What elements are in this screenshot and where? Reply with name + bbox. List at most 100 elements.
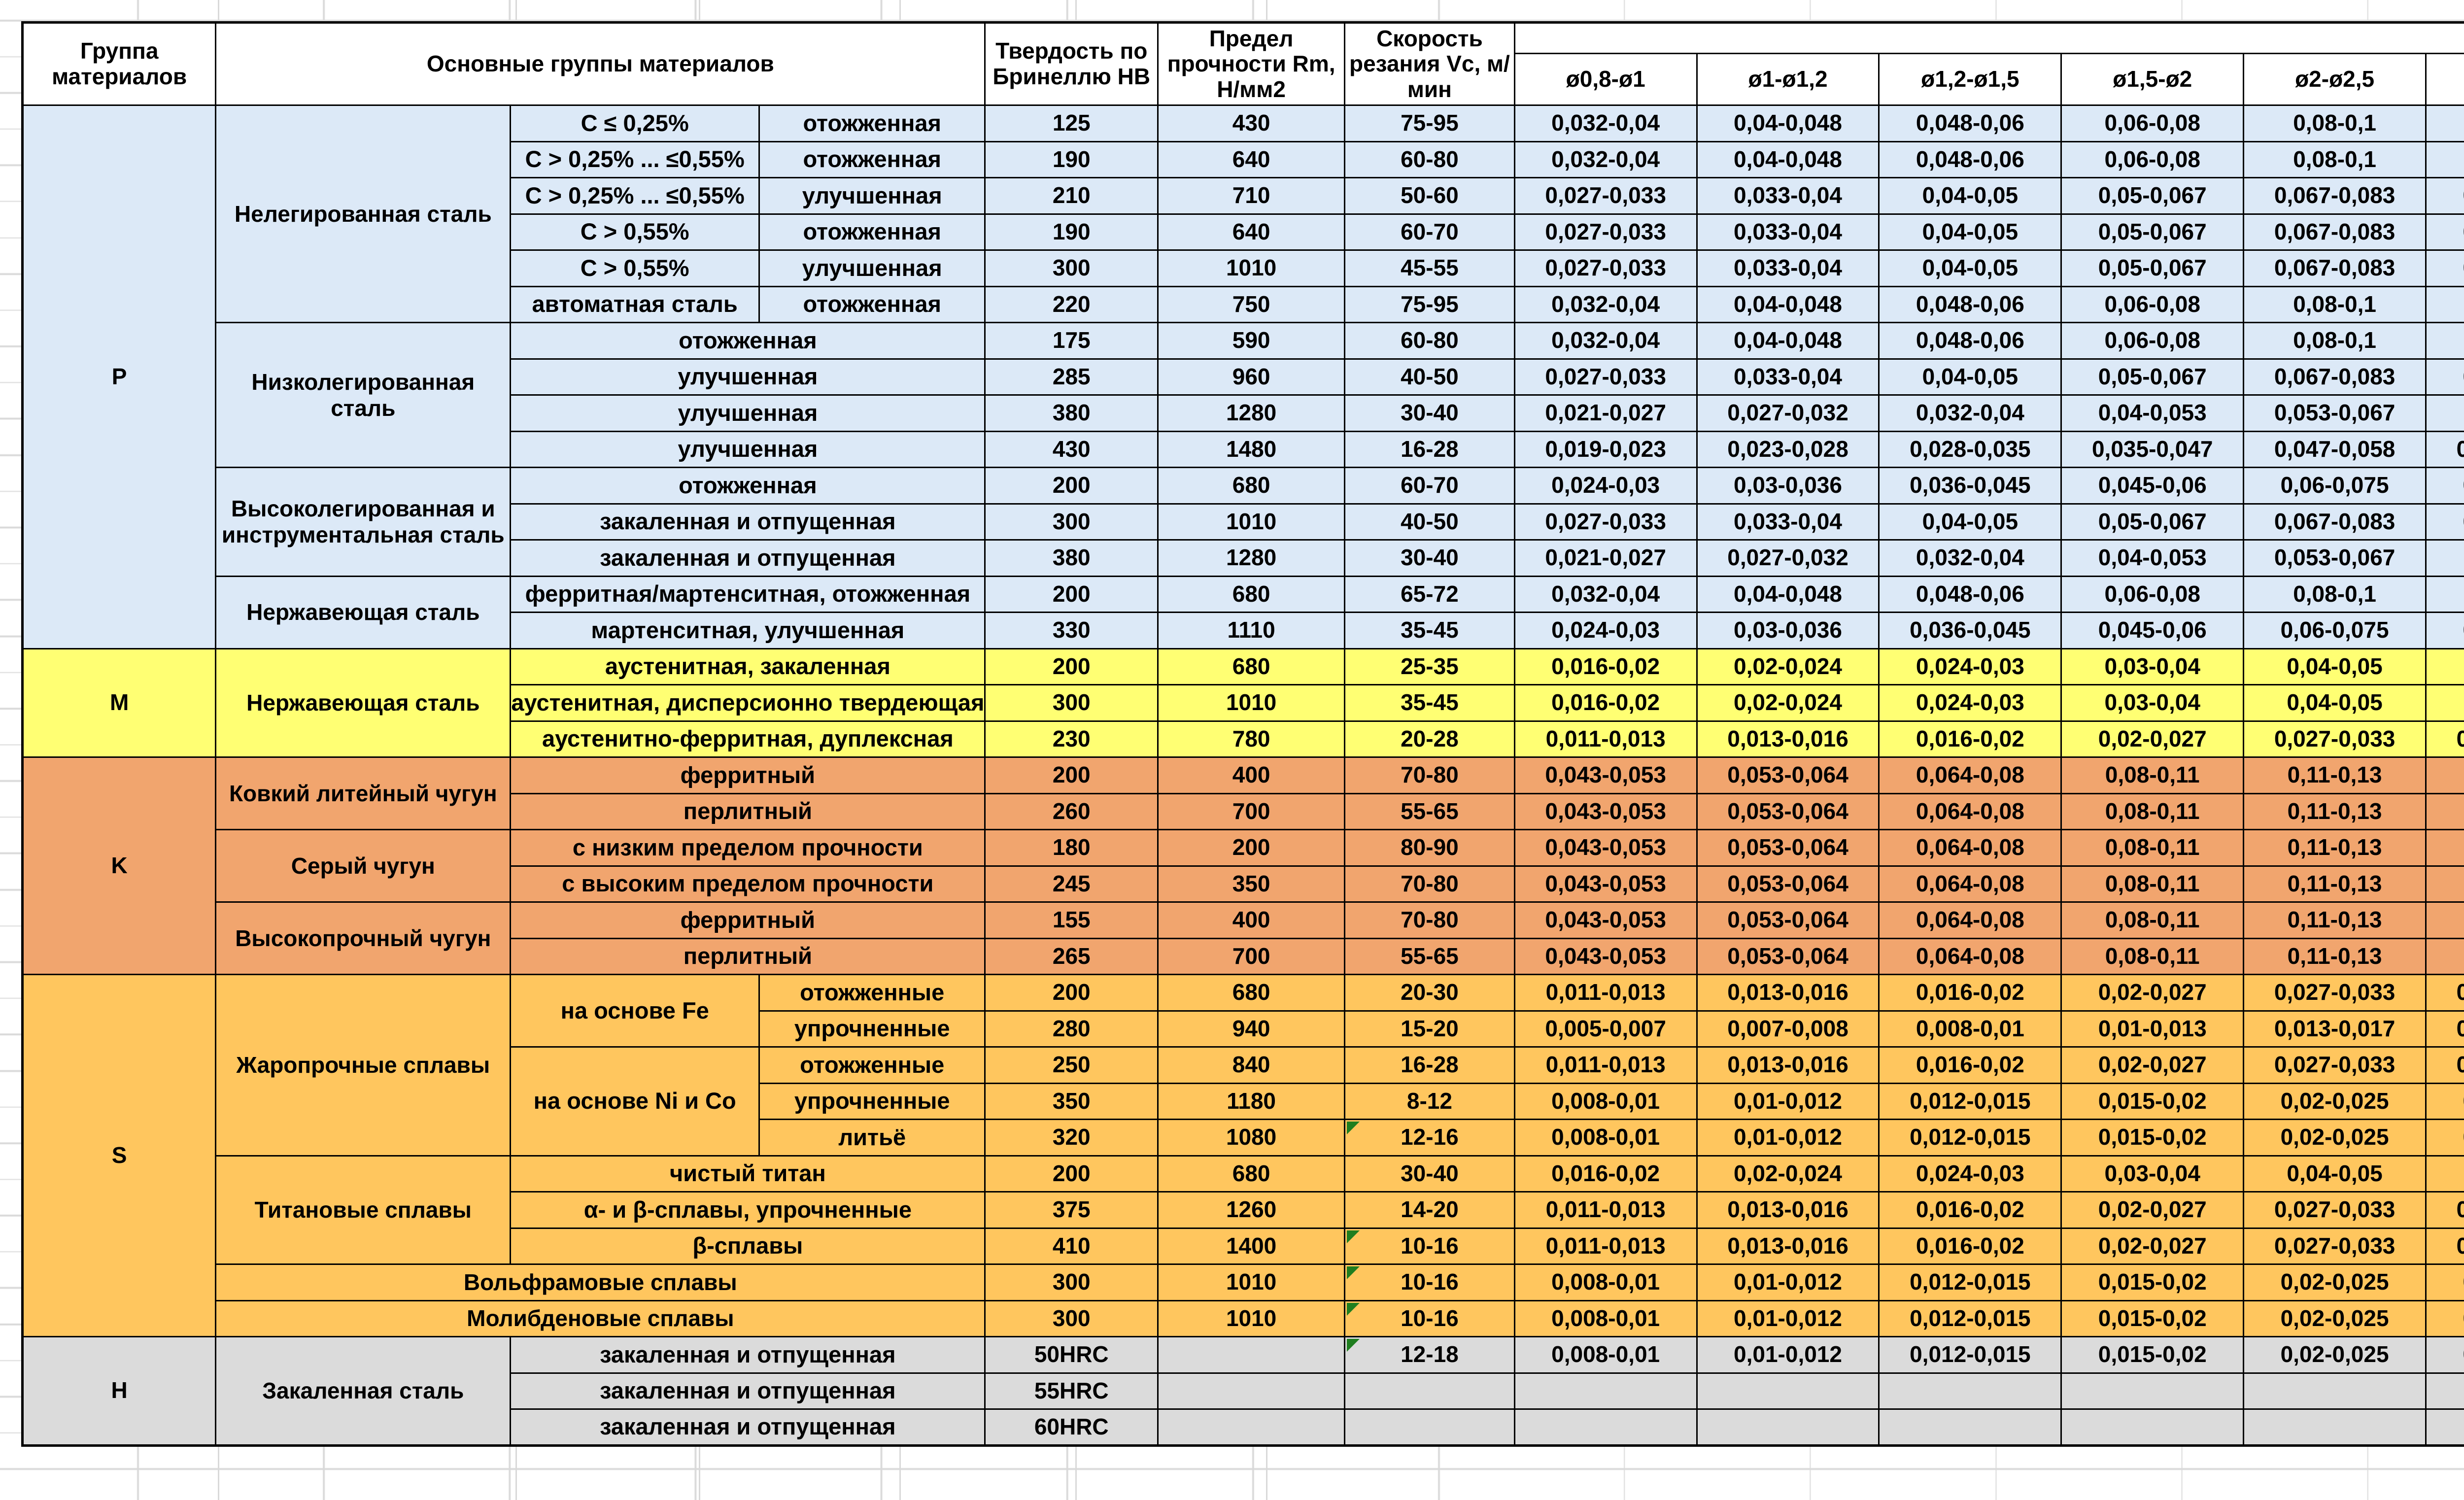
feed-cell[interactable] (2426, 1373, 2464, 1409)
feed-cell[interactable]: 0,013-0,016 (1697, 1228, 1879, 1264)
cutting-speed-cell[interactable]: 55-65 (1345, 793, 1515, 830)
feed-cell[interactable]: 0,05-0,08 (2426, 1156, 2464, 1192)
subgroup-cell[interactable]: C > 0,55% (511, 250, 759, 287)
state-cell[interactable]: закаленная и отпущенная (511, 1409, 985, 1446)
feed-cell[interactable]: 0,043-0,053 (1514, 866, 1697, 902)
feed-range-header[interactable]: ø1,5-ø2 (2061, 54, 2244, 105)
feed-cell[interactable]: 0,016-0,02 (1514, 685, 1697, 721)
feed-cell[interactable]: 0,08-0,1 (2244, 105, 2426, 142)
cutting-speed-cell[interactable]: 65-72 (1345, 576, 1515, 613)
feed-cell[interactable]: 0,08-0,1 (2244, 576, 2426, 613)
subgroup-cell[interactable]: C > 0,25% ... ≤0,55% (511, 178, 759, 214)
feed-cell[interactable]: 0,05-0,08 (2426, 685, 2464, 721)
cutting-speed-cell[interactable]: 40-50 (1345, 359, 1515, 395)
feed-cell[interactable] (1514, 1373, 1697, 1409)
strength-cell[interactable]: 1480 (1158, 431, 1345, 468)
feed-cell[interactable]: 0,01-0,012 (1697, 1120, 1879, 1156)
feed-cell[interactable]: 0,03-0,04 (2061, 648, 2244, 685)
feed-cell[interactable] (1697, 1373, 1879, 1409)
feed-cell[interactable]: 0,011-0,013 (1514, 1228, 1697, 1264)
hardness-cell[interactable]: 175 (985, 323, 1158, 359)
group-cell-H[interactable]: H (23, 1337, 216, 1446)
cutting-speed-cell[interactable]: 10-16 (1345, 1300, 1515, 1337)
feed-cell[interactable]: 0,02-0,025 (2244, 1120, 2426, 1156)
feed-cell[interactable]: 0,06-0,075 (2244, 613, 2426, 649)
feed-cell[interactable]: 0,06-0,08 (2061, 323, 2244, 359)
feed-cell[interactable]: 0,075-0,12 (2426, 613, 2464, 649)
cutting-speed-cell[interactable]: 40-50 (1345, 504, 1515, 540)
feed-cell[interactable]: 0,04-0,05 (1879, 250, 2061, 287)
feed-cell[interactable]: 0,047-0,058 (2244, 431, 2426, 468)
cutting-speed-cell[interactable]: 70-80 (1345, 866, 1515, 902)
feed-cell[interactable]: 0,04-0,048 (1697, 105, 1879, 142)
feed-cell[interactable]: 0,053-0,067 (2244, 540, 2426, 577)
feed-cell[interactable]: 0,11-0,13 (2244, 757, 2426, 794)
strength-cell[interactable]: 400 (1158, 757, 1345, 794)
strength-cell[interactable]: 590 (1158, 323, 1345, 359)
feed-cell[interactable] (1879, 1409, 2061, 1446)
feed-cell[interactable]: 0,016-0,02 (1514, 648, 1697, 685)
feed-cell[interactable]: 0,007-0,008 (1697, 1011, 1879, 1047)
feed-cell[interactable]: 0,015-0,02 (2061, 1264, 2244, 1301)
feed-cell[interactable]: 0,08-0,11 (2061, 830, 2244, 866)
feed-cell[interactable]: 0,005-0,007 (1514, 1011, 1697, 1047)
state-cell[interactable]: улучшенная (759, 250, 985, 287)
feed-cell[interactable]: 0,053-0,064 (1697, 793, 1879, 830)
state-cell[interactable]: литьё (759, 1120, 985, 1156)
feed-cell[interactable]: 0,025-0,04 (2426, 1337, 2464, 1373)
feed-cell[interactable]: 0,032-0,04 (1514, 105, 1697, 142)
feed-cell[interactable]: 0,015-0,02 (2061, 1300, 2244, 1337)
feed-cell[interactable]: 0,083-0,13 (2426, 504, 2464, 540)
hardness-cell[interactable]: 200 (985, 975, 1158, 1011)
cutting-speed-cell[interactable]: 8-12 (1345, 1083, 1515, 1120)
feed-cell[interactable]: 0,036-0,045 (1879, 613, 2061, 649)
feed-cell[interactable]: 0,032-0,04 (1879, 395, 2061, 432)
cutting-speed-cell[interactable]: 60-70 (1345, 214, 1515, 250)
feed-cell[interactable]: 0,048-0,06 (1879, 576, 2061, 613)
hardness-cell[interactable]: 200 (985, 1156, 1158, 1192)
feed-cell[interactable]: 0,008-0,01 (1514, 1264, 1697, 1301)
state-cell[interactable]: улучшенная (759, 178, 985, 214)
strength-cell[interactable]: 350 (1158, 866, 1345, 902)
state-cell[interactable]: отожженная (511, 468, 985, 504)
feed-cell[interactable]: 0,019-0,023 (1514, 431, 1697, 468)
hardness-cell[interactable]: 200 (985, 576, 1158, 613)
strength-cell[interactable] (1158, 1373, 1345, 1409)
feed-cell[interactable]: 0,043-0,053 (1514, 830, 1697, 866)
feed-cell[interactable]: 0,067-0,11 (2426, 395, 2464, 432)
subgroup-cell[interactable]: C > 0,25% ... ≤0,55% (511, 141, 759, 178)
feed-cell[interactable]: 0,1-0,16 (2426, 141, 2464, 178)
state-cell[interactable]: упрочненные (759, 1083, 985, 1120)
feed-cell[interactable]: 0,064-0,08 (1879, 830, 2061, 866)
cutting-speed-cell[interactable]: 16-28 (1345, 1047, 1515, 1084)
feed-cell[interactable]: 0,02-0,025 (2244, 1264, 2426, 1301)
state-cell[interactable]: закаленная и отпущенная (511, 540, 985, 577)
strength-cell[interactable]: 1010 (1158, 250, 1345, 287)
feed-cell[interactable]: 0,027-0,033 (2244, 1228, 2426, 1264)
header-strength[interactable]: Предел прочности Rm, Н/мм2 (1158, 23, 1345, 105)
feed-cell[interactable]: 0,008-0,01 (1514, 1337, 1697, 1373)
feed-cell[interactable]: 0,03-0,04 (2061, 685, 2244, 721)
feed-cell[interactable] (2244, 1373, 2426, 1409)
hardness-cell[interactable]: 190 (985, 141, 1158, 178)
feed-cell[interactable]: 0,06-0,08 (2061, 286, 2244, 323)
feed-cell[interactable]: 0,027-0,033 (1514, 214, 1697, 250)
feed-cell[interactable]: 0,11-0,13 (2244, 830, 2426, 866)
feed-cell[interactable]: 0,13-0,21 (2426, 830, 2464, 866)
cutting-speed-cell[interactable]: 35-45 (1345, 685, 1515, 721)
state-cell[interactable]: упрочненные (759, 1011, 985, 1047)
feed-cell[interactable]: 0,067-0,083 (2244, 250, 2426, 287)
feed-cell[interactable]: 0,033-0,04 (1697, 504, 1879, 540)
feed-cell[interactable]: 0,083-0,13 (2426, 214, 2464, 250)
cutting-speed-cell[interactable]: 30-40 (1345, 540, 1515, 577)
feed-cell[interactable]: 0,045-0,06 (2061, 613, 2244, 649)
strength-cell[interactable]: 680 (1158, 1156, 1345, 1192)
hardness-cell[interactable]: 380 (985, 540, 1158, 577)
strength-cell[interactable]: 1110 (1158, 613, 1345, 649)
hardness-cell[interactable]: 300 (985, 250, 1158, 287)
feed-cell[interactable]: 0,064-0,08 (1879, 938, 2061, 975)
feed-cell[interactable]: 0,02-0,027 (2061, 1047, 2244, 1084)
strength-cell[interactable]: 1400 (1158, 1228, 1345, 1264)
feed-cell[interactable]: 0,13-0,21 (2426, 793, 2464, 830)
feed-cell[interactable]: 0,016-0,02 (1879, 1047, 2061, 1084)
